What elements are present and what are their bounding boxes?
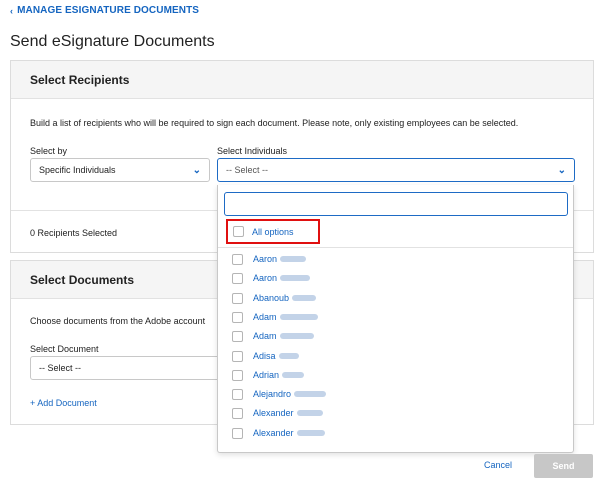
add-document-link[interactable]: + Add Document xyxy=(30,398,97,408)
person-name: Adrian xyxy=(253,370,305,380)
page-title: Send eSignature Documents xyxy=(10,33,215,50)
redacted-surname xyxy=(296,430,325,436)
select-document-dropdown[interactable]: -- Select -- xyxy=(30,356,230,380)
redacted-surname xyxy=(279,333,314,339)
person-first-name: Abanoub xyxy=(253,293,290,303)
select-by-label: Select by xyxy=(30,146,68,156)
cancel-button[interactable]: Cancel xyxy=(484,460,512,470)
select-document-value: -- Select -- xyxy=(39,363,82,373)
person-first-name: Aaron xyxy=(253,273,278,283)
person-name: Aaron xyxy=(253,254,307,264)
person-name: Adisa xyxy=(253,351,299,361)
redacted-surname xyxy=(292,295,317,301)
all-options-label: All options xyxy=(252,226,294,237)
person-checkbox[interactable] xyxy=(232,407,243,419)
person-first-name: Adam xyxy=(253,331,277,341)
select-document-label: Select Document xyxy=(30,344,99,354)
dropdown-search-input[interactable] xyxy=(224,192,568,216)
back-link-label: MANAGE ESIGNATURE DOCUMENTS xyxy=(17,5,200,16)
person-checkbox[interactable] xyxy=(232,427,243,439)
person-checkbox[interactable] xyxy=(232,253,243,265)
list-item[interactable]: Adam xyxy=(232,329,314,343)
person-first-name: Alexander xyxy=(253,408,294,418)
select-individuals-label: Select Individuals xyxy=(217,146,288,156)
all-options-item[interactable]: All options xyxy=(226,219,320,244)
select-individuals-value: -- Select -- xyxy=(226,165,269,175)
person-checkbox[interactable] xyxy=(232,330,243,342)
person-first-name: Adam xyxy=(253,312,277,322)
recipients-card-title: Select Recipients xyxy=(11,61,593,99)
list-item[interactable]: Alexander xyxy=(232,406,323,420)
redacted-surname xyxy=(278,353,299,359)
person-checkbox[interactable] xyxy=(232,388,243,400)
person-checkbox[interactable] xyxy=(232,311,243,323)
person-checkbox[interactable] xyxy=(232,272,243,284)
list-item[interactable]: Adrian xyxy=(232,368,305,382)
redacted-surname xyxy=(280,275,311,281)
person-first-name: Alexander xyxy=(253,428,294,438)
individuals-dropdown-menu: All options Aaron Aaron Abanoub Adam Ada… xyxy=(217,185,574,453)
redacted-surname xyxy=(282,372,305,378)
redacted-surname xyxy=(296,410,323,416)
all-options-checkbox[interactable] xyxy=(233,226,244,237)
list-item[interactable]: Aaron xyxy=(232,252,307,266)
person-first-name: Alejandro xyxy=(253,389,292,399)
chevron-down-icon: ⌄ xyxy=(557,164,566,176)
list-item[interactable]: Alexander xyxy=(232,426,325,440)
person-checkbox[interactable] xyxy=(232,292,243,304)
list-item[interactable]: Adam xyxy=(232,310,318,324)
person-checkbox[interactable] xyxy=(232,369,243,381)
person-name: Adam xyxy=(253,312,318,322)
redacted-surname xyxy=(280,256,307,262)
recipients-description: Build a list of recipients who will be r… xyxy=(30,118,519,128)
select-by-value: Specific Individuals xyxy=(39,165,116,175)
dropdown-divider xyxy=(218,247,573,248)
person-name: Aaron xyxy=(253,273,311,283)
list-item[interactable]: Adisa xyxy=(232,349,299,363)
send-button[interactable]: Send xyxy=(534,454,593,478)
select-by-dropdown[interactable]: Specific Individuals ⌄ xyxy=(30,158,210,182)
chevron-down-icon: ⌄ xyxy=(192,164,201,176)
person-first-name: Adisa xyxy=(253,351,276,361)
documents-description: Choose documents from the Adobe account xyxy=(30,316,206,326)
person-checkbox[interactable] xyxy=(232,350,243,362)
list-item[interactable]: Alejandro xyxy=(232,387,327,401)
person-name: Adam xyxy=(253,331,314,341)
redacted-surname xyxy=(279,314,318,320)
redacted-surname xyxy=(294,391,327,397)
list-item[interactable]: Abanoub xyxy=(232,291,317,305)
person-first-name: Aaron xyxy=(253,254,278,264)
person-name: Alexander xyxy=(253,408,323,418)
person-name: Alejandro xyxy=(253,389,327,399)
list-item[interactable]: Aaron xyxy=(232,271,311,285)
back-link[interactable]: ‹ MANAGE ESIGNATURE DOCUMENTS xyxy=(10,5,199,16)
select-individuals-dropdown[interactable]: -- Select -- ⌄ xyxy=(217,158,575,182)
chevron-left-icon: ‹ xyxy=(10,5,14,16)
person-first-name: Adrian xyxy=(253,370,280,380)
person-name: Alexander xyxy=(253,428,325,438)
recipients-count: 0 Recipients Selected xyxy=(30,228,118,238)
person-name: Abanoub xyxy=(253,293,317,303)
